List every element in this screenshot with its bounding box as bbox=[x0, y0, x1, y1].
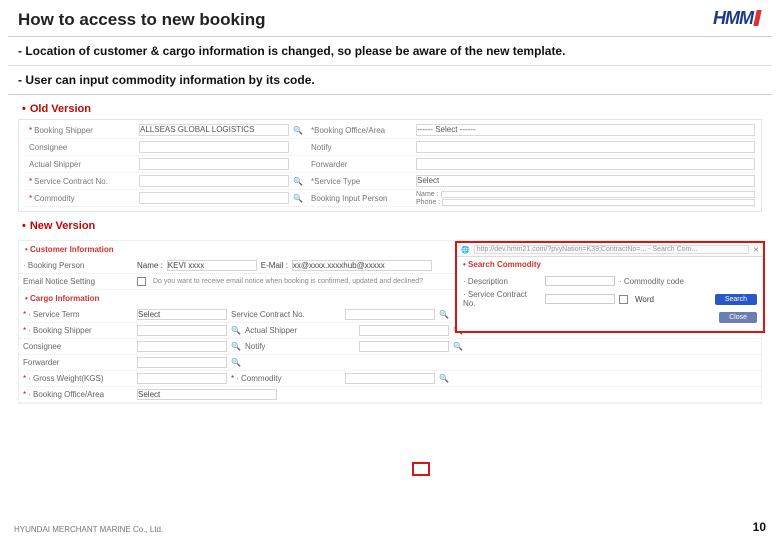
popup-url: http://dev.hmm21.com/?pvyNation=K39;Cont… bbox=[474, 245, 749, 254]
old-consignee-input[interactable] bbox=[139, 141, 289, 153]
nv-email-sublabel: E-Mail : bbox=[261, 261, 288, 270]
footer-page-number: 10 bbox=[753, 520, 766, 534]
nv-commodity-input[interactable] bbox=[345, 373, 435, 384]
close-icon[interactable]: ✕ bbox=[753, 246, 759, 254]
nv-notify-label: Notify bbox=[245, 342, 355, 351]
popup-word-checkbox[interactable] bbox=[619, 295, 628, 304]
nv-name-input[interactable]: KEVI xxxx bbox=[167, 260, 257, 271]
nv-email-notice-text: Do you want to receive email notice when… bbox=[153, 278, 423, 285]
nv-booking-office-label: *· Booking Office/Area bbox=[23, 390, 133, 399]
nv-service-term-label: *· Service Term bbox=[23, 310, 133, 319]
note-line-1: - Location of customer & cargo informati… bbox=[8, 37, 772, 66]
nv-booking-shipper-label: *· Booking Shipper bbox=[23, 326, 133, 335]
old-svc-type-label: *Service Type bbox=[307, 177, 412, 186]
popup-title: • Search Commodity bbox=[457, 257, 763, 272]
old-svc-type-select[interactable]: Select bbox=[416, 175, 755, 187]
old-booking-shipper-input[interactable]: ALLSEAS GLOBAL LOGISTICS bbox=[139, 124, 289, 136]
nv-booking-person-label: · Booking Person bbox=[23, 261, 133, 270]
search-commodity-popup: 🌐 http://dev.hmm21.com/?pvyNation=K39;Co… bbox=[455, 241, 765, 333]
nv-forwarder-label: Forwarder bbox=[23, 358, 133, 367]
old-notify-input[interactable] bbox=[416, 141, 755, 153]
old-consignee-label: Consignee bbox=[25, 143, 135, 152]
ie-icon: 🌐 bbox=[461, 246, 470, 254]
popup-svc-contract-label: · Service Contract No. bbox=[463, 290, 541, 308]
search-icon[interactable]: 🔍 bbox=[231, 326, 241, 335]
nv-service-contract-input[interactable] bbox=[345, 309, 435, 320]
nv-consignee-label: Consignee bbox=[23, 342, 133, 351]
old-booking-office-select[interactable]: ------ Select ------ bbox=[416, 124, 755, 136]
highlight-callout bbox=[412, 462, 430, 476]
commodity-search-icon[interactable]: 🔍 bbox=[439, 374, 449, 383]
old-actual-shipper-input[interactable] bbox=[139, 158, 289, 170]
nv-notify-input[interactable] bbox=[359, 341, 449, 352]
search-icon[interactable]: 🔍 bbox=[231, 358, 241, 367]
old-svc-contract-input[interactable] bbox=[139, 175, 289, 187]
old-bip-name-input[interactable] bbox=[441, 191, 755, 198]
nv-service-contract-label: Service Contract No. bbox=[231, 310, 341, 319]
nv-email-input[interactable]: xx@xxxx.xxxxhub@xxxxx bbox=[292, 260, 432, 271]
old-forwarder-label: Forwarder bbox=[307, 160, 412, 169]
old-booking-shipper-label: *Booking Shipper bbox=[25, 126, 135, 135]
nv-name-sublabel: Name : bbox=[137, 261, 163, 270]
search-icon[interactable]: 🔍 bbox=[293, 126, 303, 135]
old-bip-name-label: Name : bbox=[416, 191, 439, 198]
search-icon[interactable]: 🔍 bbox=[293, 177, 303, 186]
popup-word-label: Word bbox=[635, 295, 654, 304]
nv-commodity-label: *· Commodity bbox=[231, 374, 341, 383]
popup-addressbar: 🌐 http://dev.hmm21.com/?pvyNation=K39;Co… bbox=[457, 243, 763, 257]
popup-description-label: · Description bbox=[463, 277, 541, 286]
old-bip-phone-label: Phone : bbox=[416, 199, 440, 206]
popup-close-button[interactable]: Close bbox=[719, 312, 757, 323]
nv-booking-shipper-input[interactable] bbox=[137, 325, 227, 336]
nv-actual-shipper-input[interactable] bbox=[359, 325, 449, 336]
nv-actual-shipper-label: Actual Shipper bbox=[245, 326, 355, 335]
old-svc-contract-label: *Service Contract No. bbox=[25, 177, 135, 186]
old-forwarder-input[interactable] bbox=[416, 158, 755, 170]
old-notify-label: Notify bbox=[307, 143, 412, 152]
popup-svc-contract-input[interactable] bbox=[545, 294, 615, 304]
note-line-2: - User can input commodity information b… bbox=[8, 66, 772, 94]
old-commodity-label: *Commodity bbox=[25, 194, 135, 203]
nv-gross-weight-input[interactable] bbox=[137, 373, 227, 384]
search-icon[interactable]: 🔍 bbox=[439, 310, 449, 319]
nv-gross-weight-label: *· Gross Weight(KGS) bbox=[23, 374, 133, 383]
old-actual-shipper-label: Actual Shipper bbox=[25, 160, 135, 169]
nv-booking-office-select[interactable]: Select bbox=[137, 389, 277, 400]
old-bip-phone-input[interactable] bbox=[442, 199, 755, 206]
brand-logo: HMM bbox=[713, 8, 760, 29]
nv-forwarder-input[interactable] bbox=[137, 357, 227, 368]
nv-email-notice-checkbox[interactable] bbox=[137, 277, 146, 286]
page-title: How to access to new booking bbox=[0, 0, 780, 36]
new-version-label: •New Version bbox=[0, 216, 780, 236]
nv-consignee-input[interactable] bbox=[137, 341, 227, 352]
old-commodity-input[interactable] bbox=[139, 192, 289, 204]
search-icon[interactable]: 🔍 bbox=[453, 342, 463, 351]
popup-code-label: · Commodity code bbox=[619, 277, 684, 286]
footer-copyright: HYUNDAI MERCHANT MARINE Co., Ltd. bbox=[14, 525, 163, 534]
new-version-panel: 🌐 http://dev.hmm21.com/?pvyNation=K39;Co… bbox=[18, 240, 762, 404]
old-version-panel: *Booking Shipper ALLSEAS GLOBAL LOGISTIC… bbox=[18, 119, 762, 212]
nv-service-term-select[interactable]: Select bbox=[137, 309, 227, 320]
notes-block: - Location of customer & cargo informati… bbox=[8, 36, 772, 95]
old-booking-input-person-label: Booking Input Person bbox=[307, 194, 412, 203]
search-icon[interactable]: 🔍 bbox=[293, 194, 303, 203]
nv-email-notice-label: Email Notice Setting bbox=[23, 277, 133, 286]
old-version-label: •Old Version bbox=[0, 99, 780, 119]
search-icon[interactable]: 🔍 bbox=[231, 342, 241, 351]
popup-description-input[interactable] bbox=[545, 276, 615, 286]
old-booking-office-label: *Booking Office/Area bbox=[307, 126, 412, 135]
popup-search-button[interactable]: Search bbox=[715, 294, 757, 305]
